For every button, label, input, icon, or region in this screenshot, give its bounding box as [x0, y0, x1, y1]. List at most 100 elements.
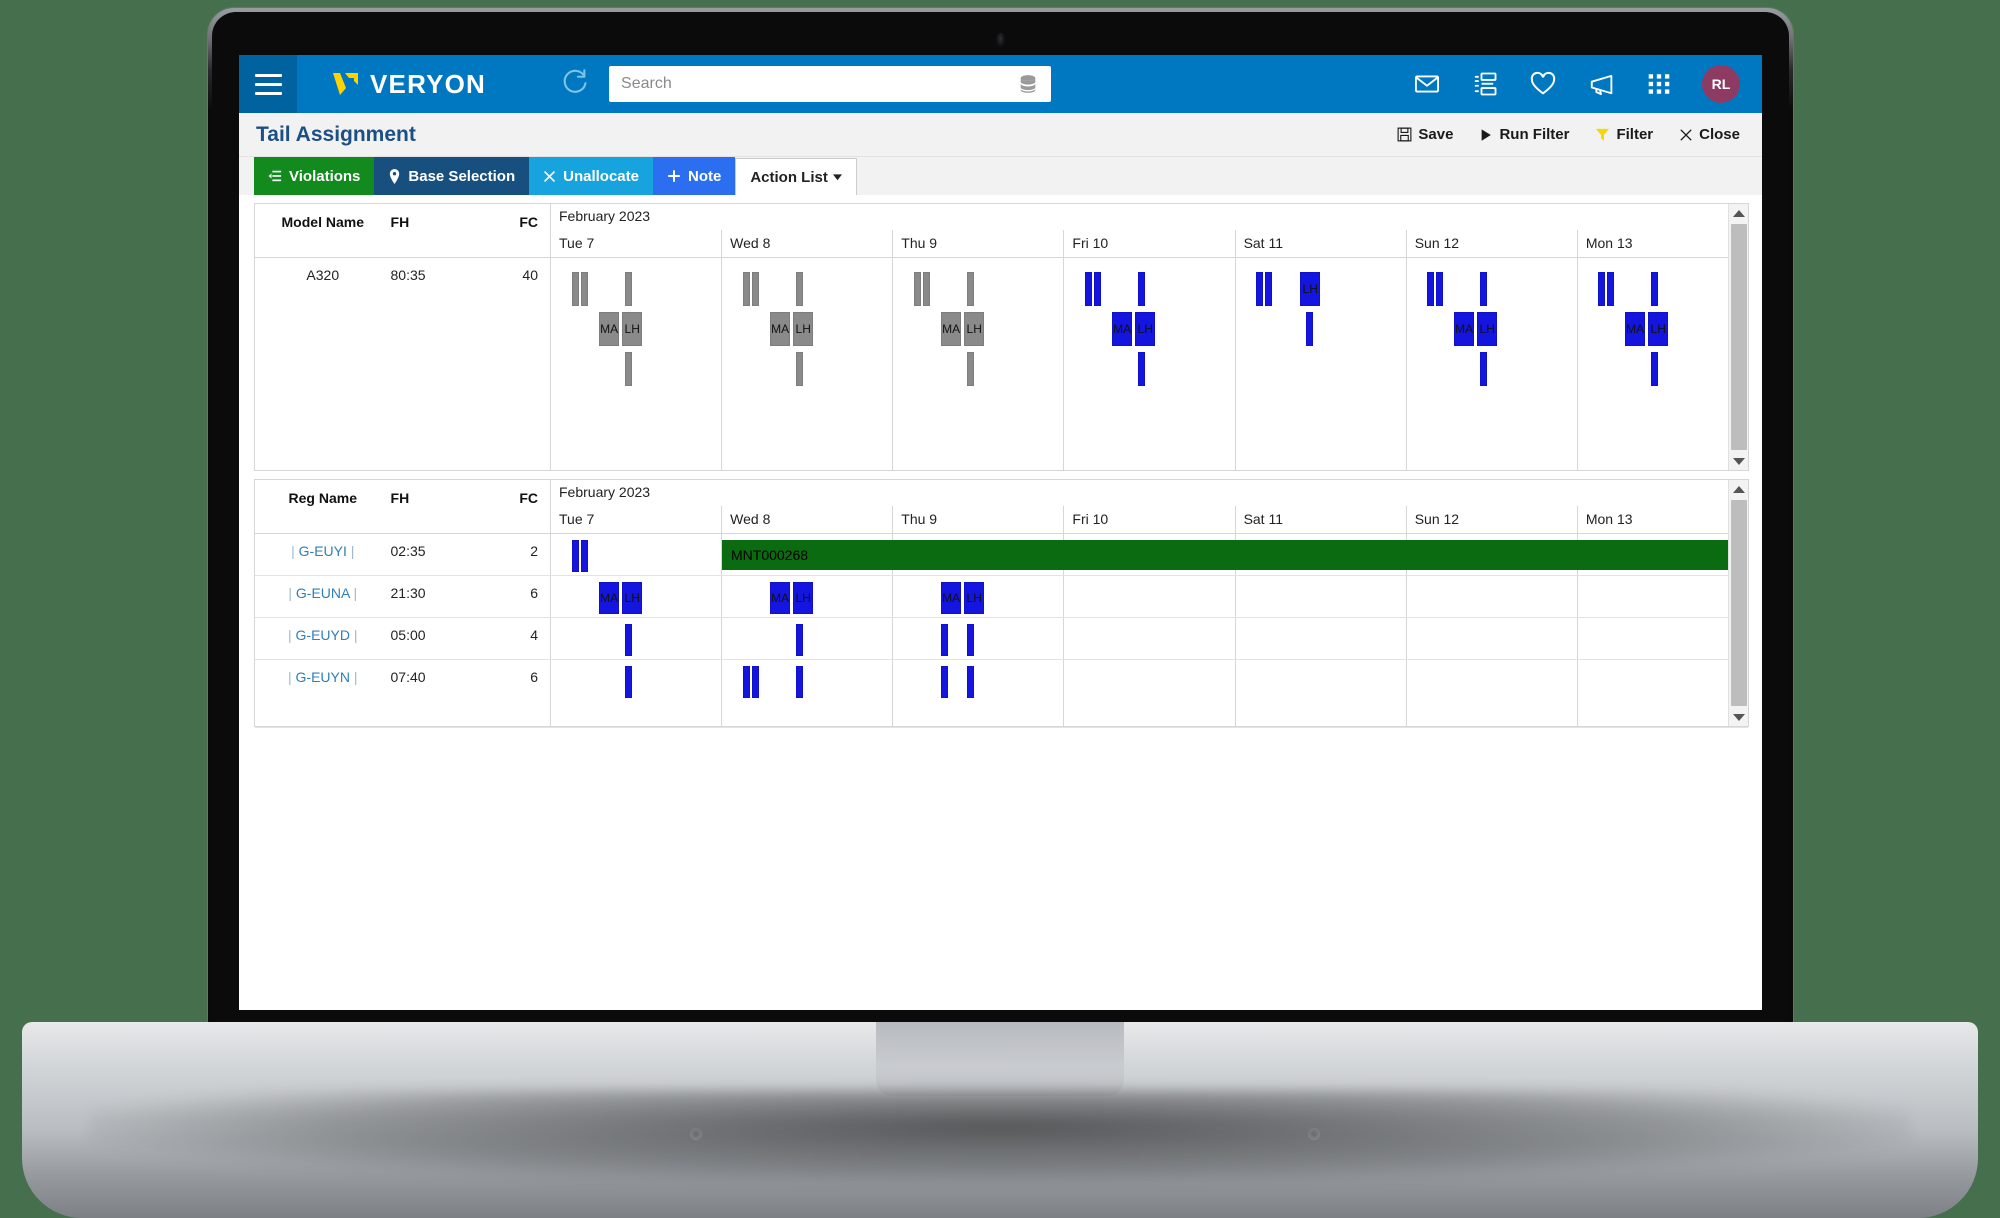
- scroll-down-icon[interactable]: [1729, 452, 1749, 470]
- gantt-bar[interactable]: [795, 624, 803, 656]
- gantt-bar[interactable]: [966, 624, 974, 656]
- avatar[interactable]: RL: [1702, 65, 1740, 103]
- gantt-day-column-0[interactable]: [551, 660, 721, 727]
- violations-button[interactable]: Violations: [254, 157, 375, 195]
- gantt-bar[interactable]: [1650, 352, 1658, 386]
- gantt-bar[interactable]: [1479, 352, 1487, 386]
- gantt-bar[interactable]: LH: [792, 312, 814, 346]
- megaphone-icon[interactable]: [1586, 69, 1616, 99]
- scrollbar-thumb[interactable]: [1731, 500, 1747, 706]
- gantt-bar[interactable]: [1137, 352, 1145, 386]
- scroll-up-icon[interactable]: [1729, 480, 1749, 498]
- gantt-bar[interactable]: [795, 272, 803, 306]
- gantt-day-column-0[interactable]: [551, 618, 721, 659]
- filter-button[interactable]: Filter: [1595, 126, 1653, 143]
- gantt-bar[interactable]: [1255, 272, 1263, 306]
- gantt-day-column-6[interactable]: [1576, 660, 1748, 727]
- close-button[interactable]: Close: [1679, 126, 1740, 143]
- gantt-bar[interactable]: [624, 272, 632, 306]
- apps-grid-icon[interactable]: [1644, 69, 1674, 99]
- gantt-bar[interactable]: [571, 272, 579, 306]
- gantt-bar[interactable]: [751, 666, 760, 698]
- run-filter-button[interactable]: Run Filter: [1479, 126, 1569, 143]
- gantt-bar[interactable]: [624, 624, 632, 656]
- gantt-bar[interactable]: [966, 272, 974, 306]
- gantt-bar[interactable]: MA: [1111, 312, 1133, 346]
- gantt-bar[interactable]: LH: [1476, 312, 1498, 346]
- gantt-day-column-6[interactable]: [1576, 618, 1748, 659]
- gantt-bar[interactable]: MA: [769, 312, 791, 346]
- tasks-icon[interactable]: [1470, 69, 1500, 99]
- gantt-bar[interactable]: [1084, 272, 1092, 306]
- heart-icon[interactable]: [1528, 69, 1558, 99]
- gantt-bar[interactable]: MA: [598, 312, 620, 346]
- gantt-day-column-2[interactable]: [892, 660, 1063, 727]
- gantt-bar[interactable]: [940, 666, 949, 698]
- gantt-bar[interactable]: [1597, 272, 1605, 306]
- gantt-bar[interactable]: [742, 272, 750, 306]
- gantt-bar[interactable]: LH: [621, 312, 643, 346]
- gantt-bar[interactable]: [751, 272, 760, 306]
- table-row[interactable]: | G-EUYI | 02:35 2 MNT000268: [255, 534, 1748, 576]
- gantt-bar[interactable]: LH: [1299, 272, 1321, 306]
- action-list-dropdown[interactable]: Action List: [735, 158, 857, 195]
- gantt-bar[interactable]: MA: [598, 582, 620, 614]
- gantt-bar[interactable]: [1137, 272, 1145, 306]
- gantt-bar[interactable]: [966, 666, 974, 698]
- gantt-bar[interactable]: [1093, 272, 1102, 306]
- cell-reg-name[interactable]: | G-EUYN |: [255, 660, 391, 727]
- table-row[interactable]: A320 80:35 40 MA LH MA LH MA LH MA LH LH MA LH MA LH: [255, 258, 1748, 471]
- gantt-bar[interactable]: [922, 272, 931, 306]
- gantt-bar[interactable]: LH: [1647, 312, 1669, 346]
- cell-reg-name[interactable]: | G-EUNA |: [255, 576, 391, 617]
- table-row[interactable]: | G-EUNA | 21:30 6 MA LH MA LH MA LH: [255, 576, 1748, 618]
- search-input[interactable]: [609, 66, 1052, 102]
- scrollbar-thumb[interactable]: [1731, 224, 1747, 450]
- gantt-bar[interactable]: [624, 352, 632, 386]
- gantt-day-column-6[interactable]: [1576, 576, 1748, 617]
- gantt-bar[interactable]: [795, 666, 803, 698]
- mail-icon[interactable]: [1412, 69, 1442, 99]
- gantt-bar[interactable]: [580, 272, 589, 306]
- gantt-bar[interactable]: [1305, 312, 1314, 346]
- gantt-bar[interactable]: [1264, 272, 1273, 306]
- gantt-bar[interactable]: MA: [940, 312, 962, 346]
- gantt-day-column-4[interactable]: [1234, 660, 1406, 727]
- gantt-bar[interactable]: [1606, 272, 1615, 306]
- gantt-bar[interactable]: LH: [963, 582, 985, 614]
- gantt-bar[interactable]: MA: [769, 582, 791, 614]
- vertical-scrollbar-top[interactable]: [1728, 204, 1748, 470]
- table-row[interactable]: | G-EUYN | 07:40 6: [255, 660, 1748, 728]
- cell-reg-name[interactable]: | G-EUYD |: [255, 618, 391, 659]
- gantt-day-column-3[interactable]: [1063, 618, 1234, 659]
- database-icon[interactable]: [1017, 73, 1039, 95]
- gantt-day-column-5[interactable]: [1405, 618, 1577, 659]
- gantt-day-column-3[interactable]: [1063, 660, 1234, 727]
- base-selection-button[interactable]: Base Selection: [374, 157, 530, 195]
- gantt-bar[interactable]: [580, 540, 589, 572]
- gantt-bar[interactable]: [571, 540, 579, 572]
- gantt-bar[interactable]: [742, 666, 750, 698]
- gantt-bar[interactable]: [1426, 272, 1434, 306]
- gantt-bar[interactable]: LH: [792, 582, 814, 614]
- gantt-day-column-1[interactable]: [721, 618, 892, 659]
- gantt-bar[interactable]: [913, 272, 921, 306]
- cell-reg-name[interactable]: | G-EUYI |: [255, 534, 391, 575]
- gantt-day-column-4[interactable]: [1234, 576, 1406, 617]
- hamburger-icon[interactable]: [239, 55, 297, 113]
- gantt-bar[interactable]: [1479, 272, 1487, 306]
- maintenance-bar[interactable]: MNT000268: [722, 540, 1748, 570]
- gantt-bar[interactable]: [624, 666, 632, 698]
- vertical-scrollbar-bottom[interactable]: [1728, 480, 1748, 726]
- gantt-bar[interactable]: [1435, 272, 1444, 306]
- gantt-day-column-5[interactable]: [1405, 660, 1577, 727]
- brand-logo[interactable]: VERYON: [331, 69, 486, 100]
- gantt-day-column-2[interactable]: [892, 618, 1063, 659]
- gantt-bar[interactable]: [940, 624, 949, 656]
- scroll-down-icon[interactable]: [1729, 708, 1749, 726]
- gantt-day-column-3[interactable]: [1063, 576, 1234, 617]
- scroll-up-icon[interactable]: [1729, 204, 1749, 222]
- note-button[interactable]: Note: [652, 157, 736, 195]
- table-row[interactable]: | G-EUYD | 05:00 4: [255, 618, 1748, 660]
- gantt-bar[interactable]: MA: [1453, 312, 1475, 346]
